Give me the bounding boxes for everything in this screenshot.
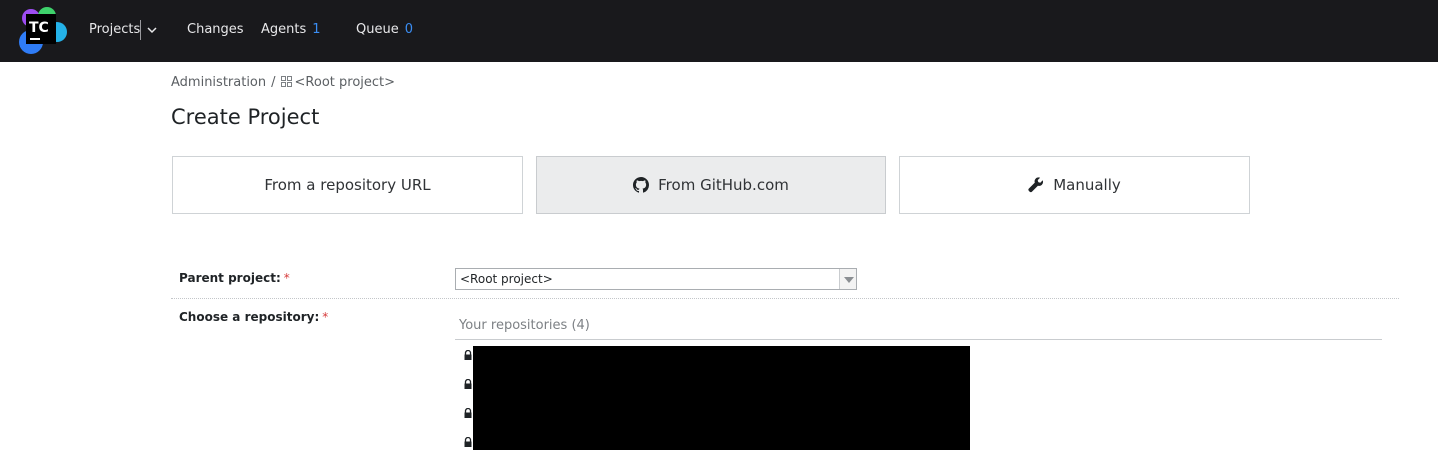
option-repository-url[interactable]: From a repository URL: [172, 156, 523, 214]
required-marker: *: [322, 310, 329, 324]
parent-project-label-text: Parent project:: [179, 271, 281, 285]
nav-agents-label: Agents: [261, 22, 307, 37]
option-github[interactable]: From GitHub.com: [536, 156, 886, 214]
nav-queue[interactable]: Queue 0: [356, 0, 413, 62]
redacted-repository-list: [473, 346, 970, 450]
chevron-down-icon[interactable]: [146, 24, 158, 36]
project-icon: [280, 76, 292, 87]
top-navigation-bar: TC Projects Changes Agents 1 Queue 0: [0, 0, 1438, 62]
nav-changes[interactable]: Changes: [187, 0, 244, 62]
wrench-icon: [1028, 177, 1044, 193]
choose-repository-label: Choose a repository: *: [179, 310, 328, 324]
option-repository-url-label: From a repository URL: [264, 176, 431, 194]
github-icon: [633, 177, 650, 193]
repositories-divider: [455, 339, 1382, 340]
breadcrumb: Administration / <Root project>: [171, 75, 395, 90]
teamcity-logo[interactable]: TC: [17, 6, 67, 56]
logo-text: TC: [29, 20, 49, 36]
breadcrumb-administration[interactable]: Administration: [171, 75, 266, 90]
nav-projects[interactable]: Projects: [89, 0, 140, 62]
option-github-label: From GitHub.com: [658, 176, 789, 194]
breadcrumb-separator: /: [271, 75, 276, 90]
breadcrumb-root-project[interactable]: <Root project>: [295, 75, 396, 90]
option-manually-label: Manually: [1053, 176, 1121, 194]
parent-project-value: <Root project>: [460, 272, 553, 286]
agents-count-badge: 1: [312, 22, 321, 37]
required-marker: *: [283, 271, 290, 285]
nav-divider: [140, 20, 141, 40]
form-divider: [171, 298, 1399, 299]
option-manually[interactable]: Manually: [899, 156, 1250, 214]
lock-icon: [464, 408, 472, 418]
lock-icon: [464, 437, 472, 447]
dropdown-arrow-icon[interactable]: [839, 269, 856, 289]
parent-project-select[interactable]: <Root project>: [455, 268, 857, 290]
choose-repository-label-text: Choose a repository:: [179, 310, 320, 324]
queue-count-badge: 0: [404, 22, 413, 37]
lock-icon: [464, 379, 472, 389]
nav-agents[interactable]: Agents 1: [261, 0, 321, 62]
parent-project-label: Parent project: *: [179, 271, 290, 285]
lock-icon: [464, 350, 472, 360]
nav-queue-label: Queue: [356, 22, 399, 37]
repositories-header: Your repositories (4): [459, 318, 590, 333]
page-title: Create Project: [171, 105, 320, 129]
